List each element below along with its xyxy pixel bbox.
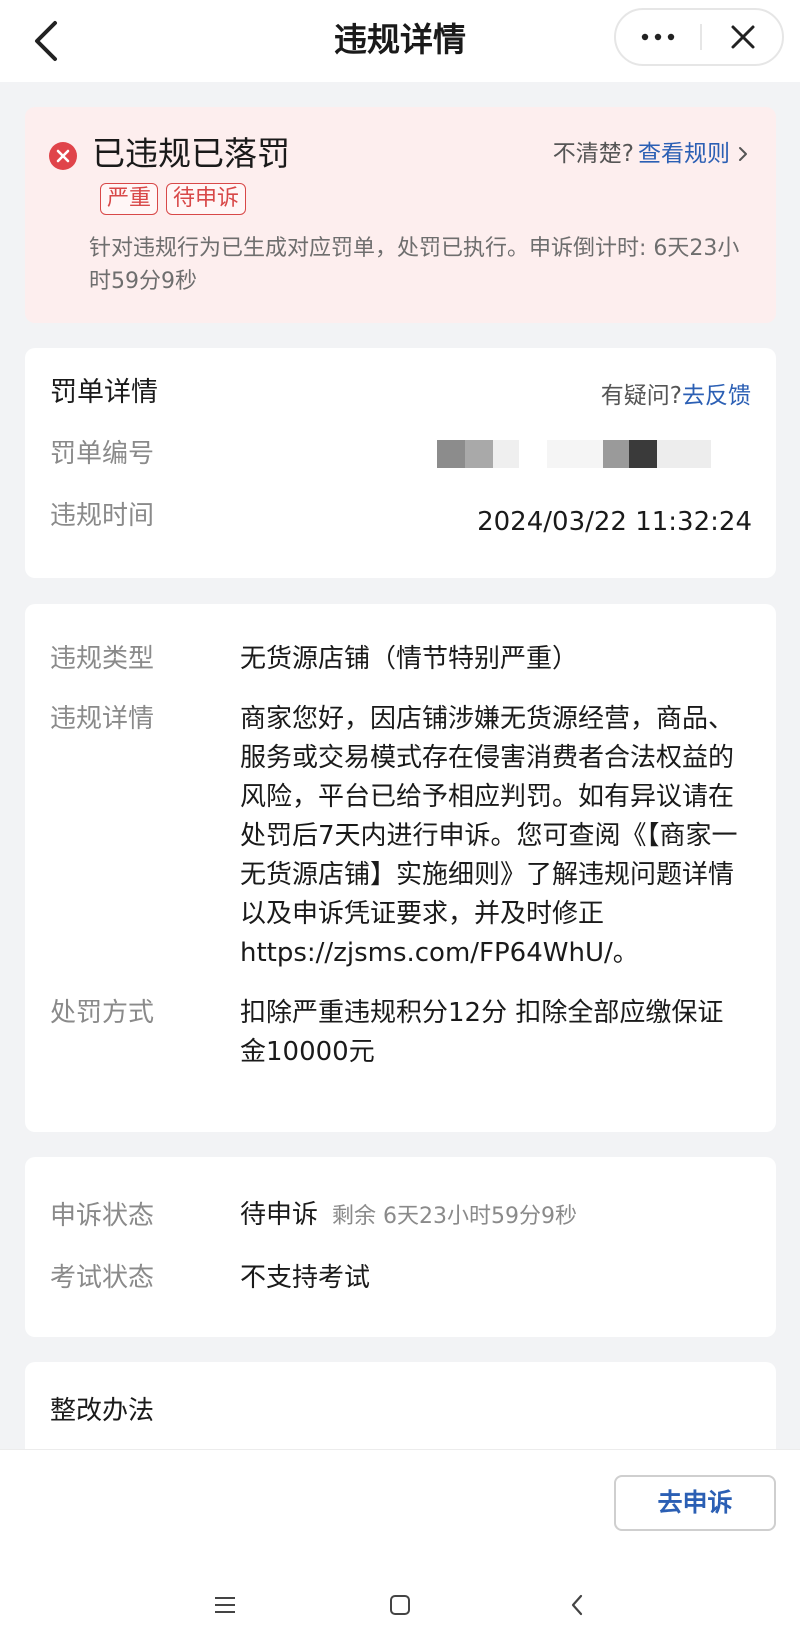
severity-tag: 严重 xyxy=(100,183,159,215)
appeal-status-row: 待申诉 剩余 6天23小时59分9秒 xyxy=(240,1197,577,1235)
penalty-label: 处罚方式 xyxy=(50,998,155,1028)
rule-hint: 不清楚? xyxy=(552,141,634,167)
violation-time-label: 违规时间 xyxy=(50,501,155,531)
bottom-action-bar: 去申诉 xyxy=(0,1449,800,1651)
back-icon xyxy=(571,1594,583,1616)
more-dots-icon xyxy=(641,33,675,41)
appeal-status-tag: 待申诉 xyxy=(166,183,247,215)
violation-detail-card: 违规类型 无货源店铺（情节特别严重） 违规详情 商家您好，因店铺涉嫌无货源经营，… xyxy=(25,604,776,1132)
appeal-button[interactable]: 去申诉 xyxy=(614,1475,776,1531)
fine-details-title: 罚单详情 xyxy=(50,377,158,408)
system-back-button[interactable] xyxy=(552,1580,602,1630)
appeal-status-value: 待申诉 xyxy=(240,1200,319,1230)
more-button[interactable] xyxy=(616,10,700,64)
status-tags: 严重 待申诉 xyxy=(100,183,247,215)
system-home-button[interactable] xyxy=(375,1580,425,1630)
error-circle-icon xyxy=(49,142,77,170)
menu-icon xyxy=(215,1597,235,1613)
close-button[interactable] xyxy=(702,10,784,64)
rectification-card: 整改办法 xyxy=(25,1362,776,1462)
fine-number-redacted xyxy=(437,440,711,468)
appeal-remaining-time: 剩余 6天23小时59分9秒 xyxy=(332,1204,577,1229)
appeal-status-label: 申诉状态 xyxy=(50,1201,155,1231)
chevron-right-icon xyxy=(738,146,748,162)
fine-number-label: 罚单编号 xyxy=(50,439,155,469)
view-rules-link[interactable]: 不清楚? 查看规则 xyxy=(553,138,748,170)
system-menu-button[interactable] xyxy=(200,1580,250,1630)
system-navigation-bar xyxy=(0,1580,800,1630)
appeal-status-card: 申诉状态 待申诉 剩余 6天23小时59分9秒 考试状态 不支持考试 xyxy=(25,1157,776,1337)
nav-bar: 违规详情 xyxy=(0,0,800,82)
exam-status-value: 不支持考试 xyxy=(240,1263,371,1293)
violation-status-card: 已违规已落罚 不清楚? 查看规则 严重 待申诉 针对违规行为已生成对应罚单，处罚… xyxy=(25,107,776,323)
capsule-menu xyxy=(614,8,784,66)
rectification-title: 整改办法 xyxy=(50,1396,155,1426)
feedback-link[interactable]: 有疑问?去反馈 xyxy=(601,380,751,412)
feedback-question: 有疑问? xyxy=(600,383,682,409)
violation-detail-label: 违规详情 xyxy=(50,704,155,734)
violation-type-value: 无货源店铺（情节特别严重） xyxy=(240,644,579,674)
status-description: 针对违规行为已生成对应罚单，处罚已执行。申诉倒计时: 6天23小时59分9秒 xyxy=(89,236,740,294)
feedback-link-text: 去反馈 xyxy=(682,383,751,409)
home-icon xyxy=(390,1595,410,1615)
penalty-value: 扣除严重违规积分12分 扣除全部应缴保证金10000元 xyxy=(240,998,724,1067)
exam-status-label: 考试状态 xyxy=(50,1263,155,1293)
status-title: 已违规已落罚 xyxy=(92,134,290,173)
violation-type-label: 违规类型 xyxy=(50,644,155,674)
fine-details-card: 罚单详情 有疑问?去反馈 罚单编号 违规时间 2024/03/22 11:32:… xyxy=(25,348,776,578)
rule-link-text: 查看规则 xyxy=(638,141,730,167)
close-icon xyxy=(731,25,755,49)
violation-detail-value: 商家您好，因店铺涉嫌无货源经营，商品、服务或交易模式存在侵害消费者合法权益的风险… xyxy=(240,704,738,968)
violation-time-value: 2024/03/22 11:32:24 xyxy=(477,507,752,537)
